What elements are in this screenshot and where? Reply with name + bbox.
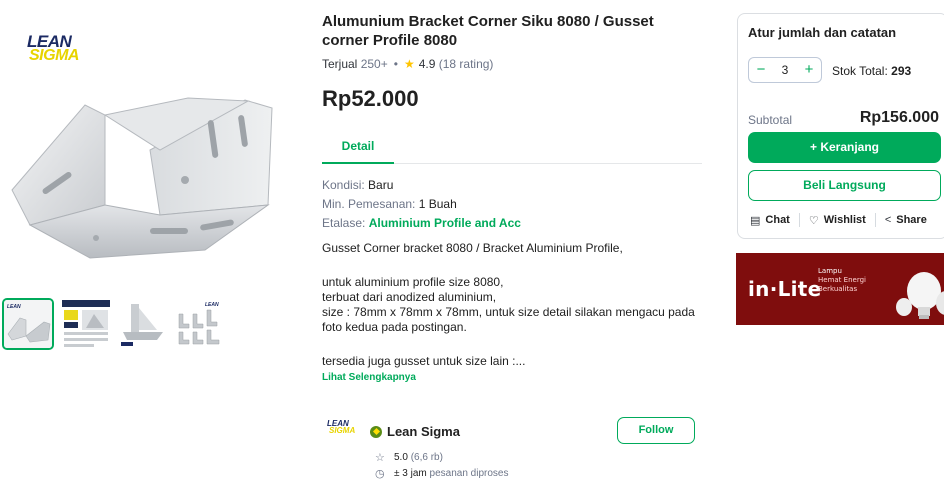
description-line-2: untuk aluminium profile size 8080, xyxy=(322,275,504,289)
banner-line3: Berkualitas xyxy=(818,285,858,293)
shop-process-time: ◷ ± 3 jam pesanan diproses xyxy=(375,467,508,479)
wishlist-label: Wishlist xyxy=(823,214,866,226)
thumbnail-3[interactable] xyxy=(117,298,169,350)
shop-logo-line2: SIGMA xyxy=(329,426,356,435)
spec-condition-value: Baru xyxy=(368,178,394,192)
description-line-4: size : 78mm x 78mm x 78mm, untuk size de… xyxy=(322,305,695,319)
subtotal-label: Subtotal xyxy=(748,113,793,127)
thumbnail-1[interactable]: LEAN xyxy=(2,298,54,350)
shop-rating-value: 5.0 xyxy=(394,452,408,463)
shop-rating: ☆ 5.0 (6,6 rb) xyxy=(375,451,443,464)
description-line-1: Gusset Corner bracket 8080 / Bracket Alu… xyxy=(322,241,623,255)
thumbnail-bracket-set: LEAN xyxy=(173,298,225,350)
divider xyxy=(874,213,876,227)
spec-condition: Kondisi: Baru xyxy=(322,178,393,192)
subtotal-value: Rp156.000 xyxy=(859,109,939,126)
description-line-6: tersedia juga gusset untuk size lain :..… xyxy=(322,354,526,368)
quantity-input[interactable]: 3 xyxy=(782,63,789,77)
description-line-3: terbuat dari anodized aluminium, xyxy=(322,290,497,304)
banner-line1: Lampu xyxy=(818,267,842,275)
stock-value: 293 xyxy=(891,64,912,78)
see-more-link[interactable]: Lihat Selengkapnya xyxy=(322,372,416,383)
brand-logo: LEAN SIGMA xyxy=(27,33,79,64)
sold-label: Terjual xyxy=(322,57,358,71)
thumbnail-bracket-angle xyxy=(117,298,169,350)
chat-label: Chat xyxy=(765,214,790,226)
power-merchant-badge-icon xyxy=(370,425,382,438)
thumbnail-2[interactable] xyxy=(60,298,112,350)
share-button[interactable]: < Share xyxy=(885,214,927,226)
shop-name[interactable]: Lean Sigma xyxy=(370,424,460,439)
product-gallery: LEAN SIGMA LEAN LEAN xyxy=(0,0,282,479)
product-price: Rp52.000 xyxy=(322,86,419,111)
stats-separator: • xyxy=(393,57,398,71)
divider xyxy=(798,213,800,227)
product-title: Alumunium Bracket Corner Siku 8080 / Gus… xyxy=(322,13,654,49)
process-time-value: ± 3 jam xyxy=(394,468,427,479)
process-time-label: pesanan diproses xyxy=(429,468,509,479)
follow-button[interactable]: Follow xyxy=(617,417,695,444)
stock-label: Stok Total: xyxy=(832,64,892,78)
banner-line2: Hemat Energi xyxy=(818,276,866,284)
lightbulb-image xyxy=(896,272,944,319)
spec-min-order-label: Min. Pemesanan: xyxy=(322,197,419,211)
rating-count[interactable]: (18 rating) xyxy=(439,57,494,71)
sold-count: 250+ xyxy=(360,57,388,71)
spec-etalase-label: Etalase: xyxy=(322,216,369,230)
chat-icon: ▤ xyxy=(750,214,761,227)
spec-min-order: Min. Pemesanan: 1 Buah xyxy=(322,197,457,211)
thumbnail-infographic xyxy=(60,298,112,350)
thumbnail-bracket-photo: LEAN xyxy=(4,300,52,348)
wishlist-button[interactable]: ♡ Wishlist xyxy=(809,214,866,227)
product-stats: Terjual 250+ • ★ 4.9 (18 rating) xyxy=(322,57,493,71)
heart-icon: ♡ xyxy=(808,214,819,227)
main-product-image[interactable]: LEAN SIGMA xyxy=(0,0,282,290)
share-icon: < xyxy=(884,214,892,226)
svg-text:LEAN: LEAN xyxy=(205,302,219,308)
product-rating: 4.9 xyxy=(418,57,436,71)
thumbnail-strip: LEAN LEAN xyxy=(0,298,282,350)
tab-detail[interactable]: Detail xyxy=(322,128,394,164)
star-outline-icon: ☆ xyxy=(375,452,385,464)
card-actions: ▤ Chat ♡ Wishlist < Share xyxy=(750,213,944,227)
etalase-link[interactable]: Aluminium Profile and Acc xyxy=(369,216,521,230)
banner-brand: in·Lite xyxy=(748,277,822,301)
quantity-increase-button[interactable]: + xyxy=(802,60,816,80)
add-to-cart-button[interactable]: + Keranjang xyxy=(748,132,941,163)
banner-text: Lampu Hemat Energi Berkualitas xyxy=(818,267,866,294)
spec-condition-label: Kondisi: xyxy=(322,178,369,192)
shop-name-text: Lean Sigma xyxy=(387,424,460,439)
description-line-5: foto kedua pada postingan. xyxy=(322,320,467,334)
spec-min-order-value: 1 Buah xyxy=(418,197,457,211)
stock-total: Stok Total: 293 xyxy=(832,64,911,78)
quantity-decrease-button[interactable]: − xyxy=(754,60,768,80)
chat-button[interactable]: ▤ Chat xyxy=(750,214,790,227)
svg-text:LEAN: LEAN xyxy=(7,304,21,310)
shop-rating-count: (6,6 rb) xyxy=(410,452,443,463)
purchase-card-title: Atur jumlah dan catatan xyxy=(748,25,897,40)
promo-banner[interactable]: in·Lite Lampu Hemat Energi Berkualitas xyxy=(736,253,944,325)
spec-etalase: Etalase: Aluminium Profile and Acc xyxy=(322,216,521,230)
product-tabs: Detail xyxy=(322,128,702,164)
star-icon: ★ xyxy=(403,57,415,71)
logo-line2: SIGMA xyxy=(29,47,79,64)
shop-logo[interactable]: LEAN SIGMA xyxy=(327,420,356,435)
purchase-card: Atur jumlah dan catatan − 3 + Stok Total… xyxy=(737,13,944,239)
thumbnail-4[interactable]: LEAN xyxy=(173,298,225,350)
buy-now-button[interactable]: Beli Langsung xyxy=(748,170,941,201)
clock-icon: ◷ xyxy=(375,468,385,479)
quantity-stepper: − 3 + xyxy=(748,57,822,83)
share-label: Share xyxy=(896,214,927,226)
product-info: Alumunium Bracket Corner Siku 8080 / Gus… xyxy=(322,0,707,479)
